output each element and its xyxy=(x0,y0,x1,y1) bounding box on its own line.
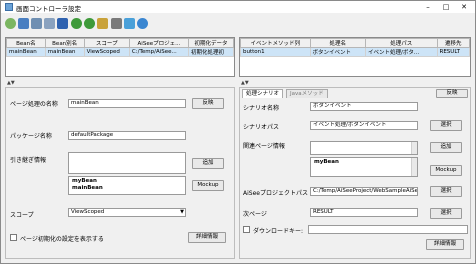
scenario-select-button[interactable]: 選択 xyxy=(430,120,462,131)
window-title: 画面コントローラ設定 xyxy=(16,5,81,13)
reflect-button[interactable]: 反映 xyxy=(436,89,468,98)
mockup-button[interactable]: Mockup xyxy=(192,180,224,191)
info-icon[interactable] xyxy=(137,18,148,29)
download-key-label: ダウンロードキー: xyxy=(253,228,304,235)
related-page-scrollbar[interactable] xyxy=(411,142,417,154)
table-cell[interactable]: mainBean xyxy=(6,47,46,57)
column-header[interactable]: 処理名 xyxy=(309,38,366,48)
table-cell[interactable]: button1 xyxy=(240,47,311,57)
app-icon xyxy=(5,3,13,11)
table-cell[interactable]: イベント処理/ボタ... xyxy=(364,47,438,57)
table-cell[interactable]: mainBean xyxy=(44,47,85,57)
mockup-button[interactable]: Mockup xyxy=(430,165,462,176)
controller-settings-window: 画面コントローラ設定 – □ ✕ Bean名 Bean別名 スコープ AiSeeプロジ… xyxy=(0,0,476,264)
maximize-button[interactable]: □ xyxy=(437,2,455,12)
title-bar: 画面コントローラ設定 – □ ✕ xyxy=(1,1,475,13)
page-init-checkbox-label: ページ初期化の設定を表示する xyxy=(20,236,104,243)
package-name-field[interactable]: defaultPackage xyxy=(68,131,186,140)
detail-info-button[interactable]: 詳細情報 xyxy=(426,239,464,250)
scenario-name-label: シナリオ名称 xyxy=(243,105,280,112)
list-item[interactable]: myBean xyxy=(314,159,414,166)
scope-select-value: ViewScoped xyxy=(71,209,105,215)
related-page-label: 関連ページ情報 xyxy=(243,143,285,150)
refresh-icon[interactable] xyxy=(97,18,108,29)
next-page-select-button[interactable]: 選択 xyxy=(430,208,462,219)
tab-java-method[interactable]: Javaメソッド xyxy=(286,89,328,98)
aisee-path-select-button[interactable]: 選択 xyxy=(430,186,462,197)
close-button[interactable]: ✕ xyxy=(455,2,473,12)
inherit-info-label: 引き継ぎ情報 xyxy=(10,157,47,164)
column-header[interactable]: スコープ xyxy=(83,38,130,48)
table-row[interactable]: mainBean mainBean ViewScoped C:/Temp/AiSee.… xyxy=(6,47,234,57)
event-form-panel: 処理シナリオ Javaメソッド 反映 シナリオ名称 ボタンイベント シナリオパス… xyxy=(239,87,471,259)
page-process-name-field[interactable]: mainBean xyxy=(68,99,186,108)
add-button[interactable]: 追加 xyxy=(430,142,462,153)
inherit-info-input[interactable] xyxy=(68,152,186,174)
column-header[interactable]: Bean名 xyxy=(6,38,46,48)
next-page-label: 次ページ xyxy=(243,211,267,218)
table-cell[interactable]: ボタンイベント xyxy=(309,47,366,57)
table-cell[interactable]: C:/Temp/AiSee... xyxy=(128,47,189,57)
column-header[interactable]: 初期化データ xyxy=(187,38,234,48)
bean-table-header: Bean名 Bean別名 スコープ AiSeeプロジェ... 初期化データ xyxy=(6,38,234,48)
undo-icon[interactable] xyxy=(71,18,82,29)
page-init-checkbox[interactable] xyxy=(10,234,17,241)
reflect-button[interactable]: 反映 xyxy=(192,98,224,109)
add-button[interactable]: 追加 xyxy=(192,158,224,169)
related-list-scrollbar[interactable] xyxy=(411,158,417,176)
column-header[interactable]: 遷移先 xyxy=(436,38,470,48)
related-page-list[interactable]: myBean xyxy=(310,157,418,177)
table-cell[interactable]: RESULT xyxy=(436,47,470,57)
export-icon[interactable] xyxy=(124,18,135,29)
list-edit-icon[interactable] xyxy=(44,18,55,29)
column-header[interactable]: AiSeeプロジェ... xyxy=(128,38,189,48)
column-header[interactable]: 処理パス xyxy=(364,38,438,48)
aisee-project-path-field[interactable]: C:/Temp/AiSeeProject/WebSampleAiSee xyxy=(310,187,418,196)
related-page-input[interactable] xyxy=(310,141,418,155)
scenario-name-field[interactable]: ボタンイベント xyxy=(310,102,418,111)
splitter-arrows-left[interactable]: ▲▼ xyxy=(7,80,15,87)
event-table-header: イベントメソッド列 処理名 処理パス 遷移先 xyxy=(240,38,470,48)
import-icon[interactable] xyxy=(111,18,122,29)
gear-icon[interactable] xyxy=(5,18,16,29)
scenario-path-label: シナリオパス xyxy=(243,124,280,131)
download-key-field[interactable] xyxy=(308,225,468,234)
table-cell[interactable]: 初期化処理初 xyxy=(187,47,234,57)
package-name-label: パッケージ名称 xyxy=(10,133,52,140)
next-page-field[interactable]: RESULT xyxy=(310,208,418,217)
event-table[interactable]: イベントメソッド列 処理名 処理パス 遷移先 button1 ボタンイベント イベント処理… xyxy=(239,37,471,77)
redo-icon[interactable] xyxy=(84,18,95,29)
inherit-list[interactable]: myBean mainBean xyxy=(68,176,186,195)
table-cell[interactable]: ViewScoped xyxy=(83,47,130,57)
page-process-name-label: ページ処理の名称 xyxy=(10,101,58,108)
detail-info-button[interactable]: 詳細情報 xyxy=(188,232,226,243)
list-icon[interactable] xyxy=(31,18,42,29)
chevron-down-icon: ▼ xyxy=(180,209,184,215)
column-header[interactable]: イベントメソッド列 xyxy=(240,38,311,48)
tab-process-scenario[interactable]: 処理シナリオ xyxy=(242,89,284,98)
toolbar xyxy=(1,14,475,34)
column-header[interactable]: Bean別名 xyxy=(44,38,85,48)
list-item[interactable]: myBean xyxy=(72,178,182,185)
table-row[interactable]: button1 ボタンイベント イベント処理/ボタ... RESULT xyxy=(240,47,470,57)
scope-select[interactable]: ViewScoped ▼ xyxy=(68,208,186,217)
aisee-project-path-label: AiSeeプロジェクトパス xyxy=(243,190,308,197)
scenario-path-field[interactable]: イベント処理/ボタンイベント xyxy=(310,121,418,130)
bean-form-panel: ページ処理の名称 mainBean 反映 パッケージ名称 defaultPack… xyxy=(5,87,235,259)
list-item[interactable]: mainBean xyxy=(72,185,182,192)
scope-label: スコープ xyxy=(10,212,34,219)
save-icon[interactable] xyxy=(18,18,29,29)
bean-table[interactable]: Bean名 Bean別名 スコープ AiSeeプロジェ... 初期化データ mainBe… xyxy=(5,37,235,77)
splitter-arrows-right[interactable]: ▲▼ xyxy=(241,80,249,87)
minimize-button[interactable]: – xyxy=(419,2,437,12)
wand-icon[interactable] xyxy=(57,18,68,29)
download-key-checkbox[interactable] xyxy=(243,226,250,233)
